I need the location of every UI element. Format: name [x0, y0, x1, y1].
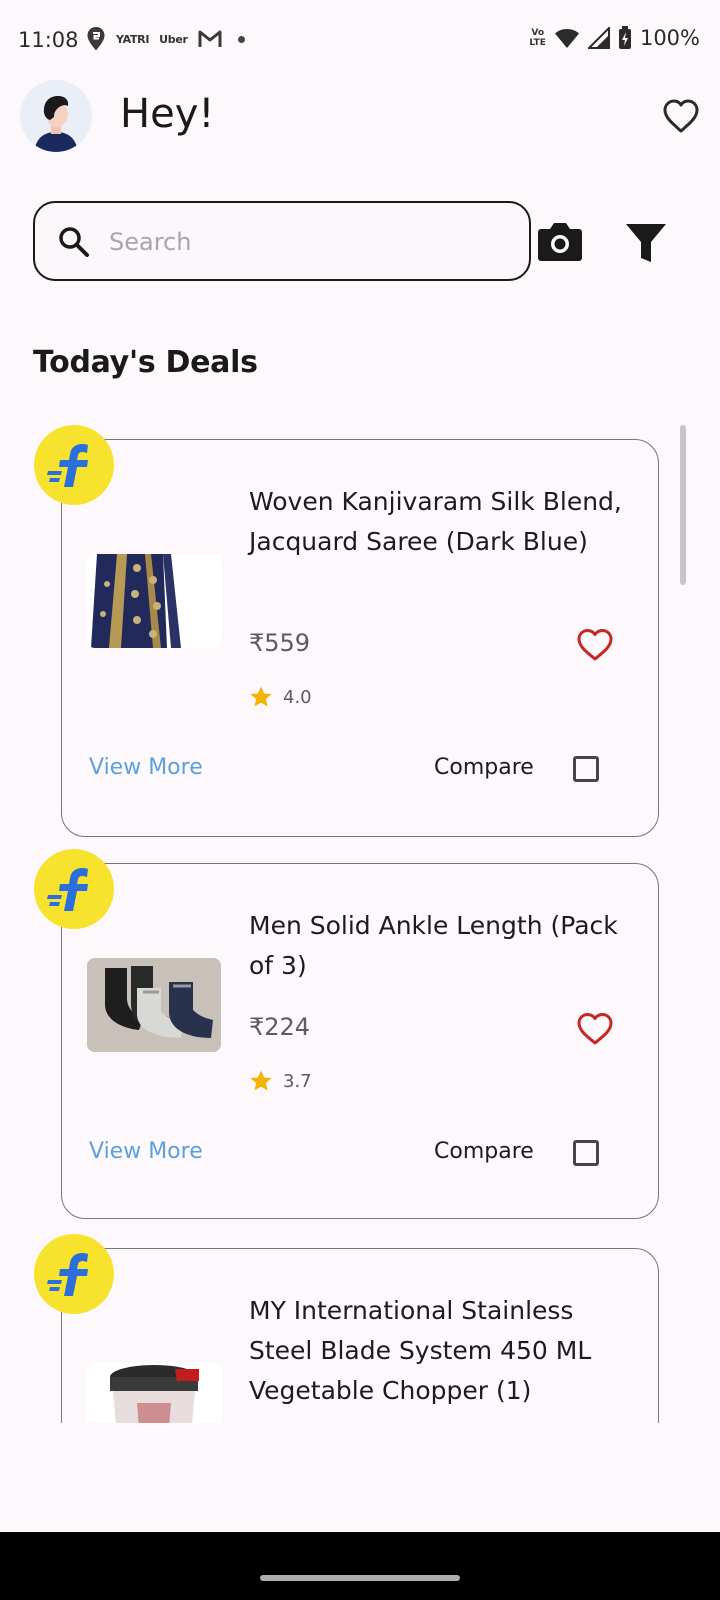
product-image-socks: [87, 958, 221, 1052]
product-price: ₹224: [249, 1013, 311, 1041]
favorite-heart-icon[interactable]: [576, 1012, 614, 1046]
deal-card[interactable]: Woven Kanjivaram Silk Blend, Jacquard Sa…: [61, 439, 659, 837]
status-time: 11:08: [18, 28, 79, 52]
chopper-image: [87, 1363, 221, 1423]
view-more-link[interactable]: View More: [89, 1139, 203, 1164]
favorite-heart-icon[interactable]: [576, 628, 614, 662]
battery-percent: 100%: [639, 26, 700, 50]
flipkart-badge: [34, 1234, 114, 1314]
product-title: Woven Kanjivaram Silk Blend, Jacquard Sa…: [249, 487, 622, 556]
flipkart-logo-icon: [47, 1253, 88, 1296]
avatar-illustration: [20, 80, 92, 152]
search-icon: [59, 227, 89, 257]
cell-signal-icon: [587, 27, 610, 49]
heart-outline-icon[interactable]: [662, 98, 700, 134]
notification-dot: [237, 35, 245, 43]
swiggy-icon: [87, 27, 105, 51]
filter-icon[interactable]: [624, 221, 668, 265]
section-title: Today's Deals: [33, 345, 258, 380]
view-more-link[interactable]: View More: [89, 755, 203, 780]
status-app-icons: YATRI Uber: [86, 26, 245, 52]
star-icon: [250, 1070, 272, 1091]
avatar[interactable]: [20, 80, 92, 152]
product-image-saree: [87, 554, 221, 648]
greeting-title: Hey!: [120, 91, 215, 137]
compare-label: Compare: [434, 755, 534, 780]
product-rating: 3.7: [249, 1069, 312, 1093]
wifi-icon: [554, 29, 579, 48]
compare-checkbox[interactable]: [573, 756, 599, 782]
deals-list[interactable]: Woven Kanjivaram Silk Blend, Jacquard Sa…: [34, 425, 686, 1423]
product-title: MY International Stainless Steel Blade S…: [249, 1296, 592, 1405]
rating-value: 4.0: [283, 686, 312, 708]
home-gesture-handle[interactable]: [260, 1575, 460, 1581]
status-bar: 11:08 YATRI Uber Vo LTE 100%: [0, 0, 720, 80]
search-input[interactable]: [107, 217, 511, 267]
flipkart-logo-icon: [47, 868, 88, 911]
deal-card[interactable]: Men Solid Ankle Length (Pack of 3) ₹224 …: [61, 863, 659, 1219]
product-price: ₹559: [249, 629, 311, 657]
product-rating: 4.0: [249, 685, 312, 709]
flipkart-logo-icon: [47, 444, 88, 487]
product-title: Men Solid Ankle Length (Pack of 3): [249, 911, 618, 980]
volte-label: Vo: [531, 28, 544, 38]
uber-icon: Uber: [159, 32, 188, 46]
system-nav-bar: [0, 1532, 720, 1600]
flipkart-badge: [34, 425, 114, 505]
list-scrollbar[interactable]: [680, 425, 686, 585]
saree-image: [87, 554, 221, 648]
battery-charging-icon: [618, 26, 631, 49]
volte-indicator: Vo LTE: [529, 28, 546, 48]
yatri-icon: YATRI: [116, 32, 150, 46]
compare-label: Compare: [434, 1139, 534, 1164]
product-image-chopper: [87, 1363, 221, 1423]
star-icon: [250, 686, 272, 707]
camera-icon[interactable]: [537, 219, 583, 263]
flipkart-badge: [34, 849, 114, 929]
gmail-icon: [198, 30, 222, 47]
status-system-icons: Vo LTE 100%: [529, 26, 700, 50]
rating-value: 3.7: [283, 1070, 312, 1092]
compare-checkbox[interactable]: [573, 1140, 599, 1166]
lte-label: LTE: [529, 38, 546, 48]
search-bar[interactable]: [33, 201, 531, 281]
socks-image: [87, 958, 221, 1052]
deal-card[interactable]: MY International Stainless Steel Blade S…: [61, 1248, 659, 1423]
